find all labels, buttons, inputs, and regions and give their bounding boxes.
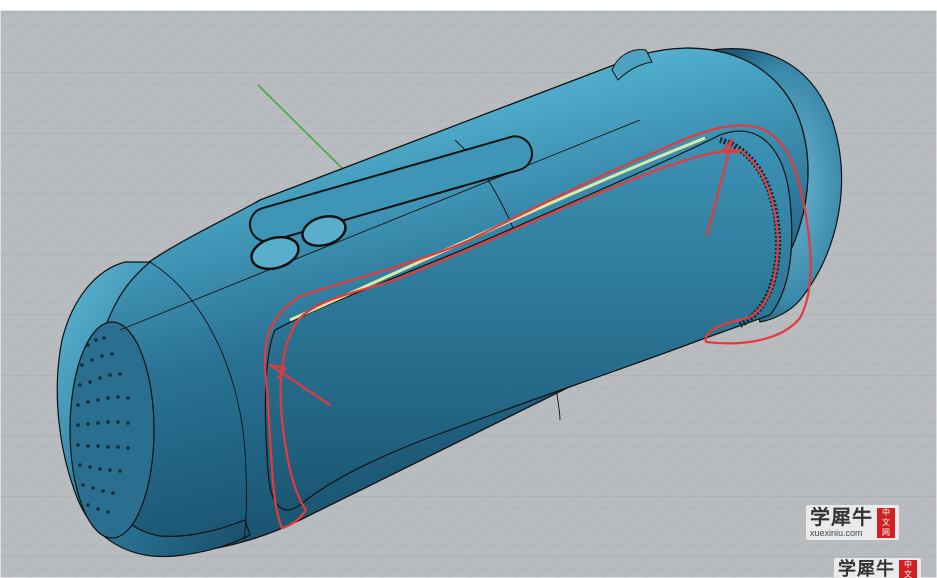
rhino-viewport[interactable]: 学犀牛 xuexiniu.com 中 文 网 学犀牛 中 文: [0, 0, 937, 578]
watermark-title-repeat: 学犀牛: [838, 559, 895, 578]
watermark-seal-repeat: 中 文: [899, 560, 917, 578]
seal-char-2: 文: [882, 517, 890, 527]
site-watermark-repeat: 学犀牛 中 文: [834, 558, 921, 578]
watermark-url: xuexiniu.com: [810, 528, 863, 538]
seal-char-2-repeat: 文: [904, 570, 912, 578]
seal-char-3: 网: [882, 527, 890, 537]
watermark-title: 学犀牛: [810, 505, 873, 529]
seal-char-1-repeat: 中: [904, 560, 912, 569]
viewport-canvas[interactable]: [0, 0, 937, 578]
seal-char-1: 中: [882, 507, 890, 517]
watermark-seal: 中 文 网: [877, 507, 895, 538]
site-watermark: 学犀牛 xuexiniu.com 中 文 网: [806, 505, 899, 540]
